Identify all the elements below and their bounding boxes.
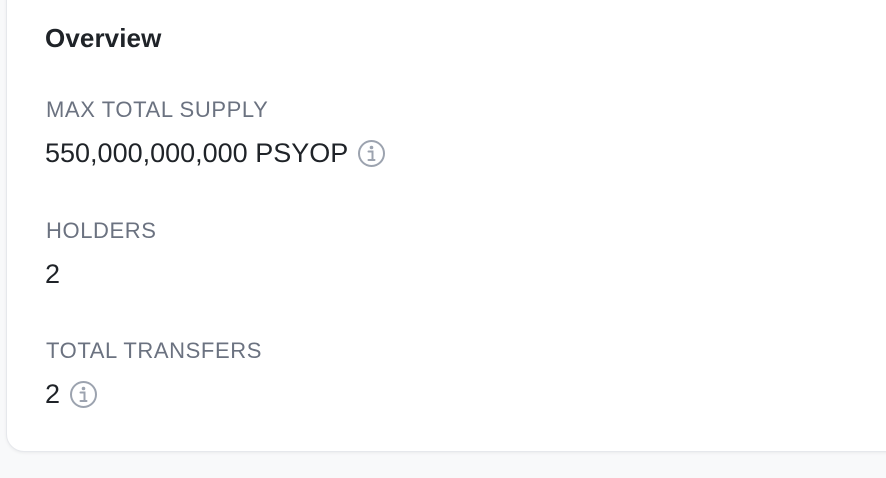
total-transfers-value: 2 [45,379,61,409]
max-total-supply-value-row: 550,000,000,000 PSYOP [45,138,386,169]
info-icon[interactable] [357,139,386,168]
holders-value: 2 [45,259,61,289]
overview-title: Overview [45,23,162,53]
holders-label: HOLDERS [46,218,157,243]
total-transfers-label: TOTAL TRANSFERS [46,338,263,363]
info-icon[interactable] [69,380,98,409]
holders-value-row: 2 [45,259,60,290]
max-total-supply-label: MAX TOTAL SUPPLY [46,97,269,122]
max-total-supply-value: 550,000,000,000 PSYOP [45,138,349,168]
total-transfers-value-row: 2 [45,379,98,410]
overview-card: Overview MAX TOTAL SUPPLY 550,000,000,00… [6,0,886,452]
